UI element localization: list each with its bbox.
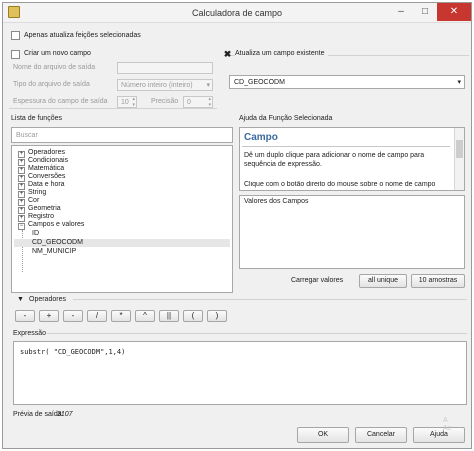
help-text: Dê um duplo clique para adicionar o nome…: [244, 152, 425, 168]
tree-connector: [22, 230, 23, 272]
help-scrollbar[interactable]: [454, 128, 464, 190]
ok-button[interactable]: OK: [297, 427, 349, 443]
preview-label: Prévia de saída:: [13, 411, 64, 418]
existing-field-select[interactable]: CD_GEOCODM ▾: [229, 75, 465, 89]
update-field-checkbox[interactable]: ✖: [223, 50, 232, 59]
field-item-id[interactable]: ID: [32, 230, 39, 238]
operator-plus-button[interactable]: +: [39, 310, 59, 322]
operator-minus-button[interactable]: -: [15, 310, 35, 322]
create-field-checkbox[interactable]: [11, 50, 20, 59]
collapse-arrow-icon[interactable]: ▼: [17, 296, 24, 303]
expression-label: Expressão: [13, 330, 47, 337]
load-values-label: Carregar valores: [291, 277, 344, 284]
operator-close-paren-button[interactable]: ): [207, 310, 227, 322]
create-field-label: Criar um novo campo: [24, 50, 94, 57]
help-label: Ajuda da Função Selecionada: [239, 115, 333, 122]
output-type-label: Tipo do arquivo de saída: [13, 81, 90, 88]
only-selected-label: Apenas atualiza feições selecionadas: [24, 32, 141, 39]
precision-label: Precisão: [151, 98, 179, 105]
tree-item-fields-values[interactable]: − Campos e valores: [18, 221, 84, 230]
operator-concat-button[interactable]: ||: [159, 310, 179, 322]
precision-value: 0: [187, 99, 191, 106]
all-unique-button[interactable]: all unique: [359, 274, 407, 288]
minimize-button[interactable]: –: [389, 3, 413, 21]
operator-minus-2-button[interactable]: -: [63, 310, 83, 322]
help-divider: [242, 146, 450, 147]
function-list-label: Lista de funções: [11, 115, 62, 122]
watermark-text: A Ac: [443, 417, 452, 432]
output-name-input[interactable]: [117, 62, 213, 74]
close-button[interactable]: ✕: [437, 3, 471, 21]
operators-label: Operadores: [29, 296, 66, 303]
output-type-select[interactable]: Número inteiro (inteiro) ▾: [117, 79, 213, 91]
function-search-placeholder: Buscar: [16, 132, 38, 139]
function-search-input[interactable]: Buscar: [11, 127, 233, 143]
operator-power-button[interactable]: ^: [135, 310, 155, 322]
only-selected-checkbox[interactable]: [11, 31, 20, 40]
field-values-label: Valores dos Campos: [244, 198, 309, 205]
precision-spinbox[interactable]: 0 ▴ ▾: [183, 96, 213, 108]
preview-value: 3107: [57, 411, 73, 418]
expression-divider: [47, 333, 467, 334]
expression-editor[interactable]: substr( "CD_GEOCODM",1,4): [13, 341, 467, 405]
output-name-label: Nome do arquivo de saída: [13, 64, 96, 71]
operator-open-paren-button[interactable]: (: [183, 310, 203, 322]
ten-samples-button[interactable]: 10 amostras: [411, 274, 465, 288]
help-text-2: Clique com o botão direito do mouse sobr…: [244, 181, 436, 188]
field-item-cd-geocodm[interactable]: CD_GEOCODM: [14, 239, 230, 247]
maximize-button[interactable]: □: [413, 3, 437, 21]
operator-divide-button[interactable]: /: [87, 310, 107, 322]
chevron-down-icon: ▾: [206, 82, 210, 89]
expression-text: substr( "CD_GEOCODM",1,4): [20, 348, 126, 356]
spin-arrows-icon: ▴ ▾: [208, 96, 211, 108]
field-calculator-window: Calculadora de campo – □ ✕ Apenas atuali…: [2, 2, 472, 449]
field-values-panel: Valores dos Campos: [239, 195, 465, 269]
scrollbar-thumb[interactable]: [456, 140, 463, 158]
output-width-spinbox[interactable]: 10 ▴ ▾: [117, 96, 137, 108]
existing-field-value: CD_GEOCODM: [234, 79, 285, 86]
chevron-down-icon: ▾: [457, 79, 461, 86]
spin-arrows-icon: ▴ ▾: [132, 96, 135, 108]
operator-multiply-button[interactable]: *: [111, 310, 131, 322]
operators-divider: [73, 299, 467, 300]
help-button[interactable]: Ajuda: [413, 427, 465, 443]
output-type-value: Número inteiro (inteiro): [121, 82, 193, 89]
collapse-icon: −: [18, 223, 25, 230]
title-bar: Calculadora de campo – □ ✕: [3, 3, 471, 23]
output-width-value: 10: [121, 99, 129, 106]
help-panel: Campo Dê um duplo clique para adicionar …: [239, 127, 465, 191]
function-tree: + Operadores + Condicionais + Matemática + C…: [11, 145, 233, 293]
cancel-button[interactable]: Cancelar: [355, 427, 407, 443]
output-width-label: Espessura do campo de saída: [13, 98, 108, 105]
update-field-label: Atualiza um campo existente: [235, 50, 328, 57]
field-item-nm-municip[interactable]: NM_MUNICIP: [32, 248, 76, 256]
help-title: Campo: [244, 132, 278, 143]
